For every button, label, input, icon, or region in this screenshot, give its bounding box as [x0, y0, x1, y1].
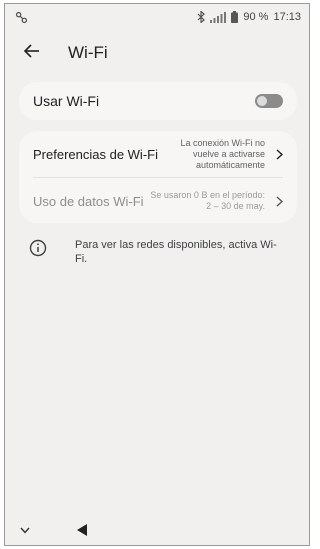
status-bar: 90 % 17:13: [5, 4, 309, 30]
link-icon: [15, 11, 28, 24]
arrow-back-icon: [23, 43, 40, 63]
info-message: Para ver las redes disponibles, activa W…: [29, 238, 289, 266]
status-indicators: 90 % 17:13: [197, 11, 301, 23]
app-bar: Wi-Fi: [5, 34, 309, 72]
switch-knob: [257, 96, 267, 106]
wifi-settings-list: Preferencias de Wi-Fi La conexión Wi-Fi …: [19, 131, 297, 223]
wifi-preferences-row[interactable]: Preferencias de Wi-Fi La conexión Wi-Fi …: [33, 131, 283, 177]
wifi-toggle-switch[interactable]: [255, 94, 283, 108]
battery-percent: 90 %: [243, 11, 269, 23]
use-wifi-row[interactable]: Usar Wi-Fi: [19, 82, 297, 120]
wifi-preferences-title: Preferencias de Wi-Fi: [33, 146, 158, 162]
chevron-down-icon[interactable]: [15, 520, 35, 540]
navigation-bar: [5, 515, 309, 545]
back-button[interactable]: [14, 35, 50, 71]
clock: 17:13: [273, 11, 301, 23]
back-triangle-icon[interactable]: [72, 520, 92, 540]
chevron-right-icon: [265, 148, 283, 160]
wifi-data-usage-row[interactable]: Uso de datos Wi-Fi Se usaron 0 B en el p…: [33, 177, 283, 224]
wifi-data-usage-title: Uso de datos Wi-Fi: [33, 193, 144, 209]
battery-icon: [231, 11, 239, 23]
wifi-preferences-summary: La conexión Wi-Fi no vuelve a activarse …: [180, 137, 265, 170]
info-icon: [29, 239, 47, 257]
wifi-data-usage-summary: Se usaron 0 B en el período: 2 – 30 de m…: [150, 190, 265, 211]
info-text: Para ver las redes disponibles, activa W…: [75, 239, 277, 265]
page-title: Wi-Fi: [68, 43, 108, 62]
chevron-right-icon: [265, 195, 283, 207]
bluetooth-icon: [197, 11, 206, 23]
phone-screen: 90 % 17:13 Wi-Fi Usar Wi-Fi Preferencias…: [4, 3, 310, 546]
use-wifi-label: Usar Wi-Fi: [33, 93, 100, 109]
signal-icon: [210, 11, 227, 23]
